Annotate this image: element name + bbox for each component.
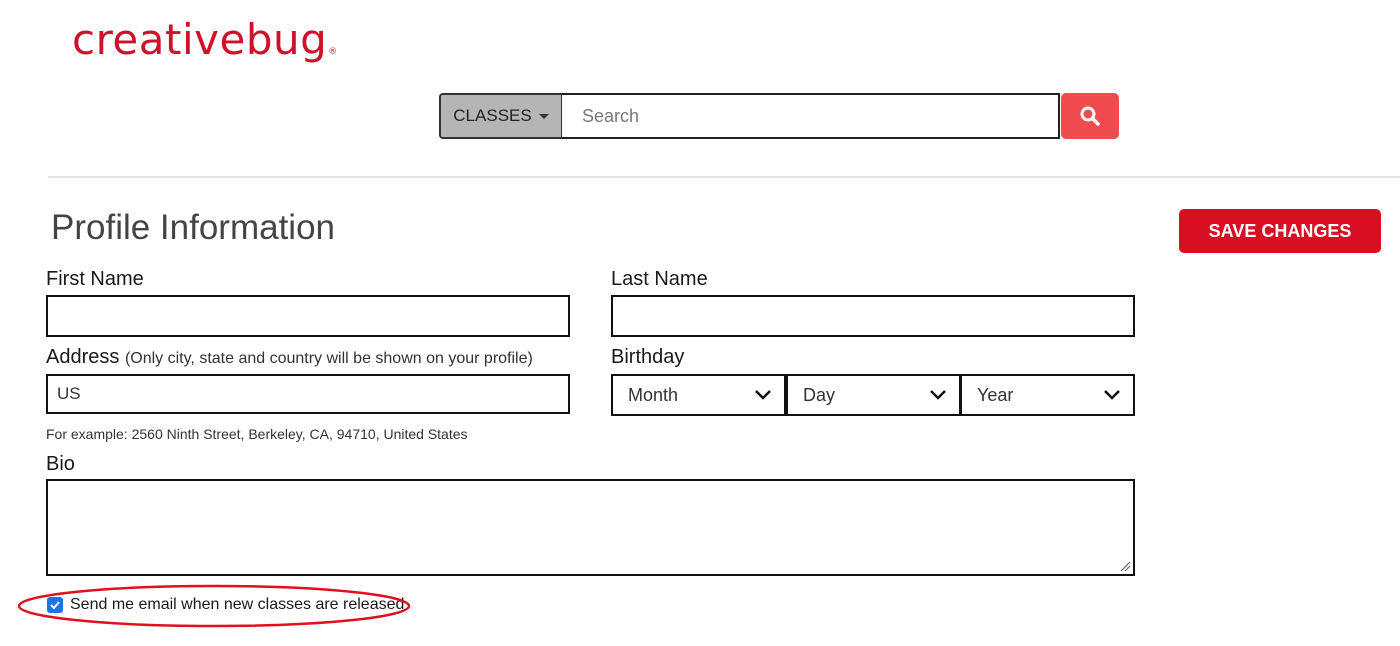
last-name-label: Last Name [611, 268, 708, 290]
caret-down-icon [538, 113, 549, 119]
address-label-text: Address [46, 346, 120, 368]
first-name-label: First Name [46, 268, 144, 290]
birthday-month-select[interactable]: Month [611, 374, 786, 416]
address-example: For example: 2560 Ninth Street, Berkeley… [46, 426, 468, 442]
logo-text: creativebug [72, 15, 328, 64]
chevron-down-icon [1104, 390, 1120, 400]
birthday-year-select[interactable]: Year [960, 374, 1135, 416]
header-divider [48, 176, 1400, 178]
email-opt-in-checkbox[interactable] [47, 597, 63, 613]
chevron-down-icon [930, 390, 946, 400]
first-name-field[interactable] [46, 295, 570, 337]
birthday-year-value: Year [977, 384, 1014, 405]
trademark-symbol: ® [328, 47, 338, 57]
chevron-down-icon [755, 390, 771, 400]
address-hint: (Only city, state and country will be sh… [124, 350, 533, 367]
checkmark-icon [50, 601, 60, 610]
last-name-field[interactable] [611, 295, 1135, 337]
page-title: Profile Information [51, 208, 336, 247]
birthday-day-value: Day [803, 384, 836, 405]
birthday-day-select[interactable]: Day [786, 374, 961, 416]
address-label: Address (Only city, state and country wi… [46, 345, 533, 371]
bio-label: Bio [46, 453, 75, 475]
search-button[interactable] [1061, 93, 1119, 139]
email-opt-in-label[interactable]: Send me email when new classes are relea… [70, 595, 404, 615]
classes-dropdown-button[interactable]: CLASSES [439, 93, 563, 139]
search-input[interactable] [562, 93, 1060, 139]
resize-grip-icon[interactable] [1119, 560, 1131, 572]
birthday-month-value: Month [628, 384, 679, 405]
creativebug-logo[interactable]: creativebug® [72, 14, 337, 66]
bio-field[interactable] [46, 479, 1135, 576]
search-icon [1080, 106, 1100, 126]
classes-dropdown-label: CLASSES [453, 106, 532, 125]
birthday-label: Birthday [611, 346, 685, 368]
save-changes-button[interactable]: SAVE CHANGES [1179, 209, 1381, 253]
address-field[interactable] [46, 374, 570, 414]
